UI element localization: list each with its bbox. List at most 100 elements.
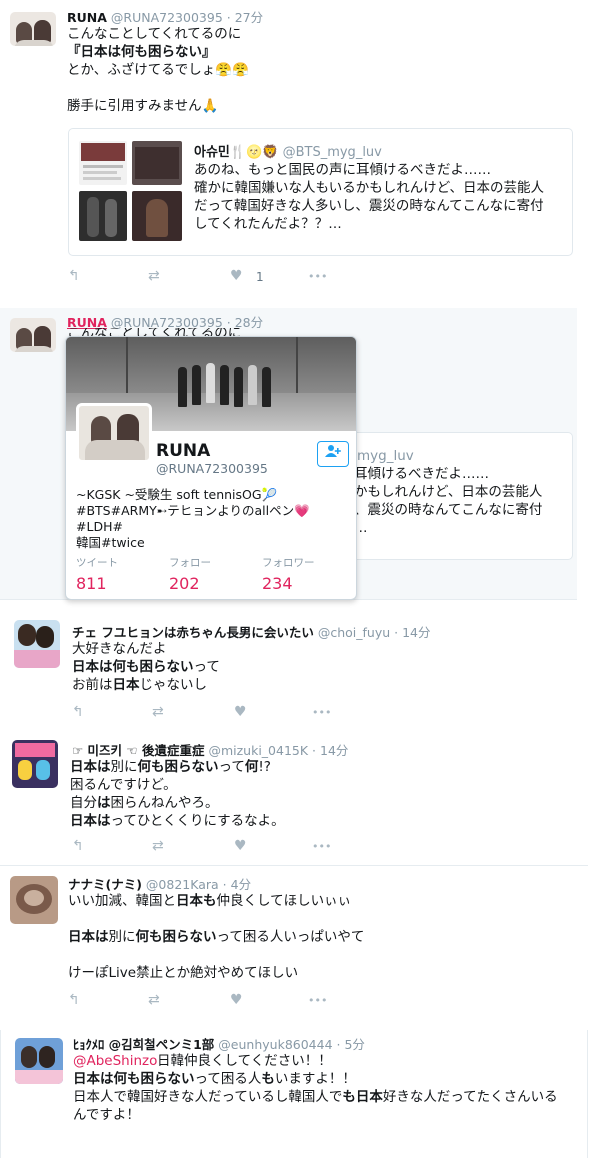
bold-highlight: 日本は <box>70 759 111 775</box>
avatar[interactable] <box>14 620 60 668</box>
profile-hover-card[interactable]: RUNA @RUNA72300395 ~KGSK ~受験生 soft tenni… <box>65 336 357 600</box>
timestamp[interactable]: 14分 <box>320 743 348 758</box>
reply-icon[interactable]: ↰ <box>68 992 80 1008</box>
tweet-header: ☞ 미즈키 ☜ 後遺症重症 @mizuki_0415K · 14分 <box>72 743 349 758</box>
display-name[interactable]: チェ フユヒョンは赤ちゃん長男に会いたい <box>72 625 314 640</box>
retweet-icon[interactable]: ⇄ <box>148 992 160 1008</box>
text-segment: 困らんねんやろ。 <box>110 795 219 811</box>
reply-icon[interactable]: ↰ <box>72 704 84 720</box>
tweet-text-line: 自分は困らんねんやろ。 <box>70 794 285 812</box>
tweet-text-line: 日本は何も困らないって困る人もいますよ！！ <box>73 1070 558 1088</box>
tweet-text-line: 日本は何も困らないって <box>72 658 220 676</box>
tweet[interactable]: ﾋｮｸﾒﾛ @김희철ペンミ1部 @eunhyuk860444 · 5分 @Abe… <box>0 1030 588 1158</box>
retweet-icon[interactable]: ⇄ <box>152 704 164 720</box>
timestamp[interactable]: 14分 <box>402 625 430 640</box>
tweet[interactable]: ナナミ(ナミ) @0821Kara · 4分 いい加減、韓国と日本も仲良くしてほ… <box>0 866 588 1024</box>
text-segment: 日本人で韓国好きな人だっているし韓国人で <box>73 1089 343 1105</box>
text-segment: 好きな人だってたくさんいる <box>382 1089 558 1105</box>
text-segment: 勝手に引用すみません🙏 <box>67 98 219 114</box>
tweet-header: ﾋｮｸﾒﾛ @김희철ペンミ1部 @eunhyuk860444 · 5分 <box>73 1037 365 1052</box>
bold-highlight: 日本は <box>70 813 111 829</box>
display-name[interactable]: ﾋｮｸﾒﾛ @김희철ペンミ1部 <box>73 1037 214 1052</box>
tweet[interactable]: ☞ 미즈키 ☜ 後遺症重症 @mizuki_0415K · 14分 日本は別に何… <box>0 730 588 866</box>
quoted-handle-fragment: myg_luv <box>357 448 414 464</box>
tweet-text-line: いい加減、韓国と日本も仲良くしてほしいぃぃ <box>68 892 364 910</box>
quoted-tweet[interactable]: 아슈민🍴🌝🦁 @BTS_myg_luv あのね、もっと国民の声に耳傾けるべきだよ… <box>68 128 573 256</box>
quoted-photo[interactable] <box>79 141 127 185</box>
tweet-header: チェ フユヒョンは赤ちゃん長男に会いたい @choi_fuyu · 14分 <box>72 625 431 640</box>
tweet-text-line: 困るんですけど。 <box>70 776 285 794</box>
display-name[interactable]: RUNA <box>67 10 107 25</box>
tweet-text-line: 日本は別に何も困らないって困る人いっぱいやて <box>68 928 364 946</box>
handle[interactable]: @RUNA72300395 <box>111 10 223 25</box>
handle[interactable]: @0821Kara <box>146 877 219 892</box>
retweet-icon[interactable]: ⇄ <box>148 268 160 284</box>
avatar[interactable] <box>10 876 58 924</box>
tweet[interactable]: チェ フユヒョンは赤ちゃん長男に会いたい @choi_fuyu · 14分 大好… <box>0 612 588 730</box>
handle[interactable]: @choi_fuyu <box>318 625 390 640</box>
follow-button[interactable] <box>317 441 349 467</box>
bold-highlight: 日本は <box>68 929 109 945</box>
more-icon[interactable]: ••• <box>312 840 331 853</box>
tweet[interactable]: RUNA @RUNA72300395 · 27分 こんなことしてくれてるのに 『日… <box>0 0 588 300</box>
more-icon[interactable]: ••• <box>312 706 331 719</box>
more-icon[interactable]: ••• <box>308 994 327 1007</box>
timestamp[interactable]: 27分 <box>235 10 263 25</box>
text-segment: !? <box>258 759 271 775</box>
stat-tweets[interactable]: ツイート 811 <box>76 555 118 593</box>
like-icon[interactable]: ♥ <box>230 268 243 284</box>
avatar[interactable] <box>15 1038 63 1084</box>
text-segment: じゃないし <box>139 677 208 693</box>
handle[interactable]: @eunhyuk860444 <box>218 1037 332 1052</box>
stat-following[interactable]: フォロー 202 <box>169 555 211 593</box>
text-segment: 別に <box>108 929 136 945</box>
profile-bio: ~KGSK ~受験生 soft tennisOG🎾 #BTS#ARMY➸テヒョン… <box>76 487 310 550</box>
tweet-actions: ↰ ⇄ ♥ ••• <box>72 704 372 722</box>
profile-handle[interactable]: @RUNA72300395 <box>156 461 268 476</box>
like-icon[interactable]: ♥ <box>234 838 247 854</box>
stat-followers[interactable]: フォロワー 234 <box>262 555 315 593</box>
bold-highlight: は <box>97 795 111 811</box>
tweet-text-line: 大好きなんだよ <box>72 640 220 658</box>
display-name[interactable]: ☞ 미즈키 ☜ 後遺症重症 <box>72 743 204 758</box>
tweet-text-gap <box>68 946 364 964</box>
text-segment: って <box>218 759 245 775</box>
retweet-icon[interactable]: ⇄ <box>152 838 164 854</box>
like-icon[interactable]: ♥ <box>230 992 243 1008</box>
timestamp[interactable]: 4分 <box>231 877 251 892</box>
tweet-text: 日本は別に何も困らないって何!? 困るんですけど。 自分は困らんねんやろ。 日本はって… <box>70 758 285 830</box>
tweet-text-line: んですよ！ <box>73 1106 558 1124</box>
handle[interactable]: @mizuki_0415K <box>208 743 308 758</box>
text-segment: って困る人いっぱいやて <box>216 929 365 945</box>
tweet-header: RUNA @RUNA72300395 · 27分 <box>67 10 264 25</box>
reply-icon[interactable]: ↰ <box>68 268 80 284</box>
like-icon[interactable]: ♥ <box>234 704 247 720</box>
quoted-header: 아슈민🍴🌝🦁 @BTS_myg_luv <box>194 141 382 160</box>
text-segment: んですよ！ <box>73 1107 140 1123</box>
quoted-text: あのね、もっと国民の声に耳傾けるべきだよ…… 確かに韓国嫌いな人もいるかもしれん… <box>194 162 545 232</box>
text-segment: 困るんですけど。 <box>70 777 177 793</box>
tweet-text-line: こんなことしてくれてるのに <box>67 25 249 43</box>
tweet-actions: ↰ ⇄ ♥ ••• <box>72 838 372 856</box>
quoted-display-name[interactable]: 아슈민🍴🌝🦁 <box>194 145 278 160</box>
avatar[interactable] <box>12 740 58 788</box>
quoted-photo[interactable] <box>132 141 182 185</box>
profile-avatar[interactable] <box>76 403 152 463</box>
avatar[interactable] <box>10 318 56 352</box>
profile-name[interactable]: RUNA <box>156 441 210 461</box>
bold-highlight: も <box>261 1071 275 1087</box>
timestamp[interactable]: 5分 <box>344 1037 364 1052</box>
tweet-text-line: 日韓仲良くしてください！！ <box>157 1052 558 1070</box>
tweet-text-line: けーぽLive禁止とか絶対やめてほしい <box>68 964 364 982</box>
bold-highlight: も日本 <box>342 1089 383 1105</box>
avatar[interactable] <box>10 12 56 46</box>
tweet-actions: ↰ ⇄ ♥ ••• <box>68 992 368 1010</box>
add-user-icon <box>325 445 341 462</box>
quoted-photo[interactable] <box>132 191 182 241</box>
tweet-text: こんなことしてくれてるのに 『日本は何も困らない』 とか、ふざけてるでしょ😤😤 勝手に… <box>67 25 249 115</box>
more-icon[interactable]: ••• <box>308 270 327 283</box>
reply-icon[interactable]: ↰ <box>72 838 84 854</box>
display-name[interactable]: ナナミ(ナミ) <box>68 877 142 892</box>
quoted-handle[interactable]: @BTS_myg_luv <box>283 145 382 160</box>
quoted-photo[interactable] <box>79 191 127 241</box>
